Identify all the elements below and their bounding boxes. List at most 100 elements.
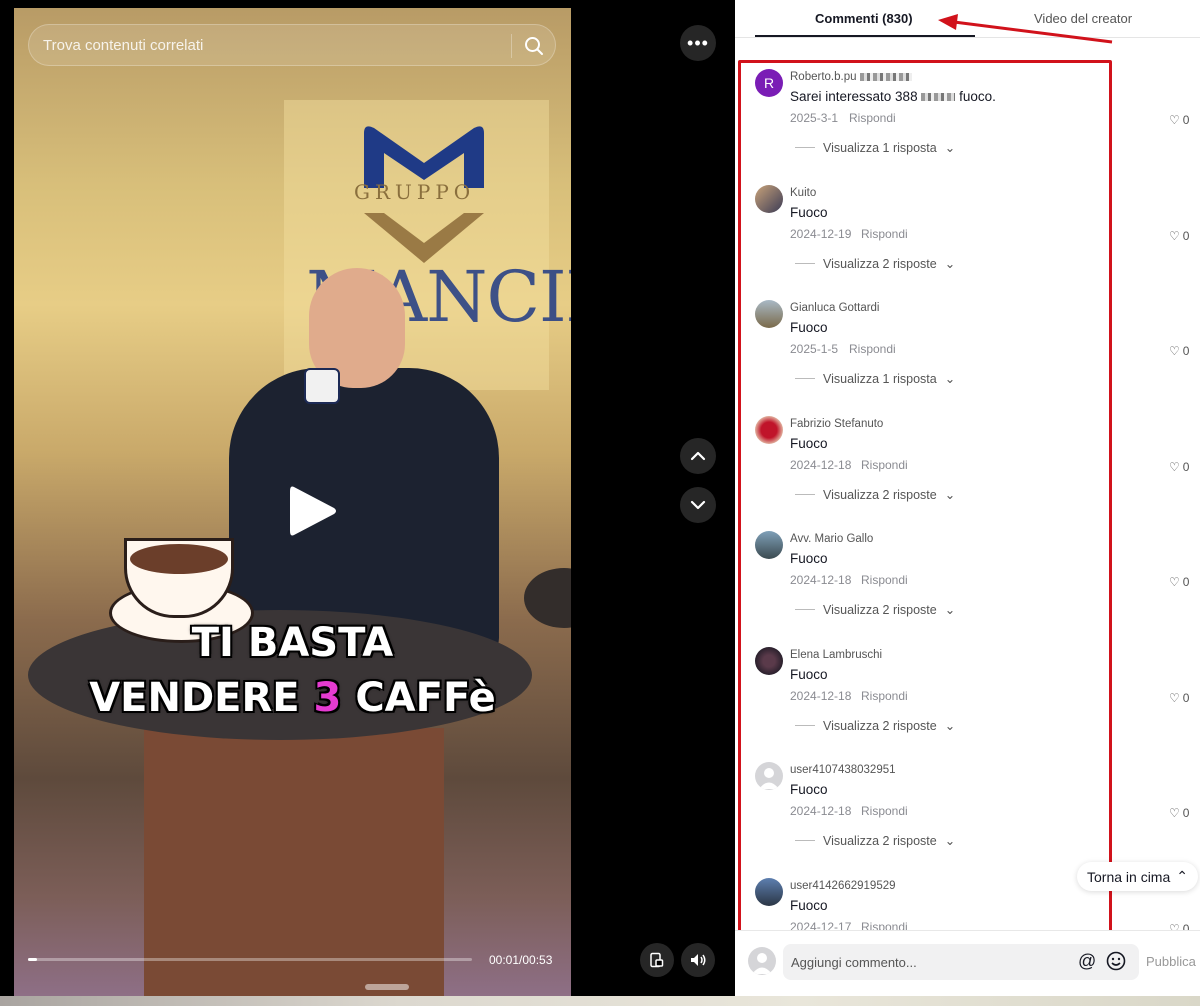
avatar[interactable]	[755, 531, 783, 559]
reply-button[interactable]: Rispondi	[849, 342, 896, 356]
reply-button[interactable]: Rispondi	[861, 920, 908, 930]
blurred-text	[859, 72, 912, 81]
next-video-button[interactable]	[680, 487, 716, 523]
reply-button[interactable]: Rispondi	[861, 227, 908, 241]
comment-text: Fuoco	[790, 551, 828, 566]
view-replies-label: Visualizza 2 risposte	[823, 487, 937, 502]
like-button[interactable]: ♡ 0	[1169, 575, 1189, 589]
desktop-background	[0, 996, 1200, 1006]
heart-icon: ♡	[1169, 922, 1180, 930]
ellipsis-icon: •••	[687, 32, 709, 53]
volume-button[interactable]	[681, 943, 715, 977]
reply-button[interactable]: Rispondi	[861, 458, 908, 472]
heart-icon: ♡	[1169, 691, 1180, 705]
divider	[795, 494, 815, 495]
avatar[interactable]	[755, 647, 783, 675]
like-count: 0	[1182, 922, 1190, 930]
avatar[interactable]	[755, 300, 783, 328]
like-button[interactable]: ♡ 0	[1169, 344, 1189, 358]
chevron-down-icon: ⌄	[944, 834, 956, 848]
chevron-down-icon: ⌄	[944, 719, 956, 733]
comment-username[interactable]: Roberto.b.pu	[790, 71, 912, 83]
chevron-down-icon: ⌄	[944, 141, 956, 155]
view-replies-button[interactable]: Visualizza 1 risposta ⌄	[795, 371, 955, 386]
avatar[interactable]	[755, 416, 783, 444]
video-player[interactable]: GRUPPO MANCINI TI BASTA VENDERE 3 CAFFè	[14, 8, 571, 996]
play-icon[interactable]	[286, 483, 338, 539]
divider	[795, 840, 815, 841]
back-to-top-label: Torna in cima	[1087, 868, 1171, 885]
view-replies-button[interactable]: Visualizza 2 risposte ⌄	[795, 602, 955, 617]
comments-panel: Commenti (830) Video del creator R Rober…	[735, 0, 1200, 996]
comment-username[interactable]: Gianluca Gottardi	[790, 302, 880, 314]
previous-video-button[interactable]	[680, 438, 716, 474]
video-progress-bar[interactable]	[28, 958, 472, 961]
tab-comments[interactable]: Commenti (830)	[815, 11, 913, 26]
search-icon[interactable]	[523, 35, 545, 57]
comment-date: 2025-3-1	[790, 111, 839, 125]
reply-button[interactable]: Rispondi	[861, 689, 908, 703]
espresso-cup	[304, 368, 340, 404]
app-window: GRUPPO MANCINI TI BASTA VENDERE 3 CAFFè	[0, 0, 1200, 1006]
like-button[interactable]: ♡ 0	[1169, 806, 1189, 820]
avatar[interactable]	[755, 762, 783, 790]
coffee-sticker-liquid	[130, 544, 228, 574]
like-button[interactable]: ♡ 0	[1169, 460, 1189, 474]
comment-text: Sarei interessato 388 fuoco.	[790, 89, 996, 104]
avatar[interactable]	[755, 185, 783, 213]
comment-username[interactable]: Avv. Mario Gallo	[790, 533, 873, 545]
like-button[interactable]: ♡ 0	[1169, 229, 1189, 243]
divider	[795, 263, 815, 264]
pip-icon	[650, 952, 664, 968]
view-replies-button[interactable]: Visualizza 2 risposte ⌄	[795, 833, 955, 848]
like-count: 0	[1182, 575, 1190, 589]
drag-handle[interactable]	[365, 984, 409, 990]
comment-username[interactable]: Fabrizio Stefanuto	[790, 418, 883, 430]
comments-list: R Roberto.b.pu Sarei interessato 388 fuo…	[735, 40, 1200, 930]
like-button[interactable]: ♡ 0	[1169, 922, 1189, 930]
video-area: GRUPPO MANCINI TI BASTA VENDERE 3 CAFFè	[0, 0, 735, 996]
comment-date: 2024-12-19	[790, 227, 852, 241]
view-replies-label: Visualizza 2 risposte	[823, 833, 937, 848]
publish-button[interactable]: Pubblica	[1146, 954, 1196, 969]
comment-username[interactable]: user4107438032951	[790, 764, 896, 776]
comment-date: 2024-12-18	[790, 804, 852, 818]
reply-button[interactable]: Rispondi	[861, 804, 908, 818]
avatar[interactable]	[755, 878, 783, 906]
comment-username[interactable]: user4142662919529	[790, 880, 896, 892]
view-replies-button[interactable]: Visualizza 2 risposte ⌄	[795, 718, 955, 733]
username-text: Roberto.b.pu	[790, 71, 857, 83]
view-replies-label: Visualizza 1 risposta	[823, 371, 937, 386]
more-options-button[interactable]: •••	[680, 25, 716, 61]
comment-username[interactable]: Elena Lambruschi	[790, 649, 882, 661]
comment-item: Elena Lambruschi Fuoco 2024-12-18 Rispon…	[735, 618, 1200, 734]
comment-username[interactable]: Kuito	[790, 187, 816, 199]
view-replies-label: Visualizza 2 risposte	[823, 256, 937, 271]
comment-composer: @ Pubblica	[735, 930, 1200, 996]
comment-text: Fuoco	[790, 782, 828, 797]
view-replies-button[interactable]: Visualizza 1 risposta ⌄	[795, 140, 955, 155]
view-replies-button[interactable]: Visualizza 2 risposte ⌄	[795, 256, 955, 271]
like-count: 0	[1182, 806, 1190, 820]
mention-icon[interactable]: @	[1078, 951, 1096, 972]
reply-button[interactable]: Rispondi	[861, 573, 908, 587]
comment-item: Gianluca Gottardi Fuoco 2025-1-5 Rispond…	[735, 271, 1200, 387]
view-replies-button[interactable]: Visualizza 2 risposte ⌄	[795, 487, 955, 502]
caption-number: 3	[313, 675, 342, 721]
heart-icon: ♡	[1169, 575, 1180, 589]
like-button[interactable]: ♡ 0	[1169, 691, 1189, 705]
view-replies-label: Visualizza 1 risposta	[823, 140, 937, 155]
double-chevron-up-icon: ⌃	[1176, 868, 1188, 884]
related-search-input[interactable]: Trova contenuti correlati	[28, 24, 556, 66]
picture-in-picture-button[interactable]	[640, 943, 674, 977]
back-to-top-button[interactable]: Torna in cima ⌃	[1077, 862, 1198, 891]
like-button[interactable]: ♡ 0	[1169, 113, 1189, 127]
avatar[interactable]: R	[755, 69, 783, 97]
comment-date: 2025-1-5	[790, 342, 839, 356]
view-replies-label: Visualizza 2 risposte	[823, 602, 937, 617]
comment-date: 2024-12-18	[790, 689, 852, 703]
reply-button[interactable]: Rispondi	[849, 111, 896, 125]
emoji-icon[interactable]	[1106, 951, 1126, 971]
divider	[795, 378, 815, 379]
heart-icon: ♡	[1169, 229, 1180, 243]
